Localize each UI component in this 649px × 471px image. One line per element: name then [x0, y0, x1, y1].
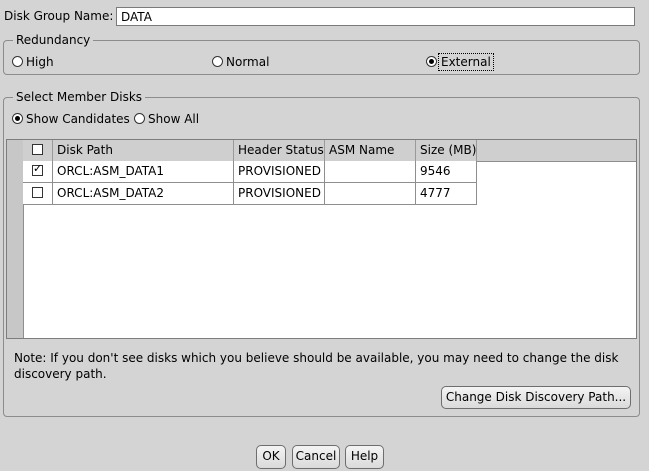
- disk-group-name-label: Disk Group Name:: [4, 9, 114, 23]
- row-1-checkbox[interactable]: [32, 162, 43, 176]
- row-2-disk-path[interactable]: ORCL:ASM_DATA2: [53, 183, 234, 205]
- redundancy-group: Redundancy High Normal External: [3, 33, 640, 75]
- column-header-size[interactable]: Size (MB): [416, 140, 477, 161]
- member-disks-legend: Select Member Disks: [13, 90, 146, 104]
- row-1-asm-name[interactable]: [325, 161, 416, 183]
- row-2-asm-name[interactable]: [325, 183, 416, 205]
- show-candidates-label: Show Candidates: [26, 112, 130, 126]
- help-button[interactable]: Help: [345, 445, 384, 469]
- row-header-column: [7, 140, 24, 338]
- row-1-size[interactable]: 9546: [416, 161, 477, 183]
- column-header-asm-name[interactable]: ASM Name: [325, 140, 416, 161]
- cancel-button[interactable]: Cancel: [292, 445, 340, 469]
- redundancy-normal-label: Normal: [226, 55, 270, 69]
- column-header-disk-path[interactable]: Disk Path: [53, 140, 234, 161]
- row-2-header-status[interactable]: PROVISIONED: [234, 183, 325, 205]
- select-all-header[interactable]: [23, 140, 53, 161]
- redundancy-normal-option[interactable]: Normal: [212, 55, 269, 69]
- redundancy-normal-radio[interactable]: [212, 56, 223, 67]
- redundancy-external-radio[interactable]: [426, 56, 437, 67]
- row-2-checkbox[interactable]: [32, 187, 43, 198]
- row-2-select-cell[interactable]: [23, 183, 53, 205]
- redundancy-external-label: External: [438, 53, 494, 71]
- redundancy-high-label: High: [26, 55, 54, 69]
- show-all-label: Show All: [148, 112, 200, 126]
- redundancy-high-option[interactable]: High: [12, 55, 54, 69]
- disk-table: Disk Path Header Status ASM Name Size (M…: [6, 139, 637, 339]
- change-disk-discovery-path-button[interactable]: Change Disk Discovery Path...: [441, 386, 631, 409]
- redundancy-external-option[interactable]: External: [426, 53, 494, 71]
- row-1-select-cell[interactable]: [23, 161, 53, 183]
- show-candidates-radio[interactable]: [12, 113, 23, 124]
- disk-group-name-input[interactable]: [116, 7, 635, 26]
- row-1-disk-path[interactable]: ORCL:ASM_DATA1: [53, 161, 234, 183]
- ok-button[interactable]: OK: [256, 445, 286, 469]
- show-all-radio[interactable]: [134, 113, 145, 124]
- discovery-path-note: Note: If you don't see disks which you b…: [14, 351, 619, 381]
- column-header-header-status[interactable]: Header Status: [234, 140, 325, 161]
- select-all-checkbox[interactable]: [32, 144, 43, 155]
- row-1-header-status[interactable]: PROVISIONED: [234, 161, 325, 183]
- redundancy-high-radio[interactable]: [12, 56, 23, 67]
- row-2-size[interactable]: 4777: [416, 183, 477, 205]
- show-candidates-option[interactable]: Show Candidates: [12, 112, 130, 126]
- redundancy-legend: Redundancy: [13, 33, 94, 47]
- show-all-option[interactable]: Show All: [134, 112, 199, 126]
